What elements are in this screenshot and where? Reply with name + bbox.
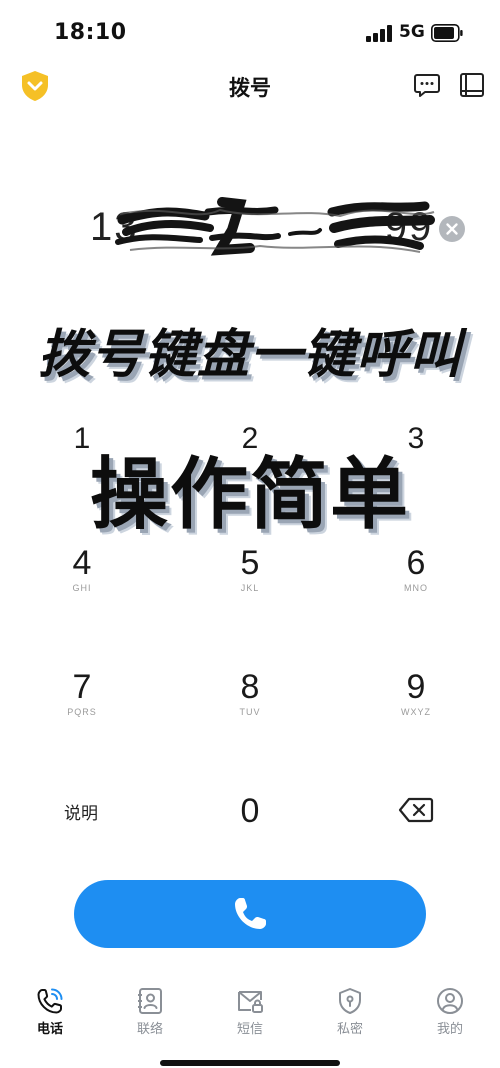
key-7[interactable]: 7 PQRS xyxy=(22,668,142,718)
nav-item-profile[interactable]: 我的 xyxy=(415,986,485,1037)
message-icon[interactable] xyxy=(413,71,441,99)
nav-item-phone[interactable]: 电话 xyxy=(15,986,85,1037)
explain-button[interactable]: 说明 xyxy=(64,799,98,824)
backspace-icon[interactable] xyxy=(398,796,434,824)
nav-item-contacts[interactable]: 联络 xyxy=(115,986,185,1037)
key-5[interactable]: 5 JKL xyxy=(190,544,310,594)
key-0[interactable]: 0 xyxy=(190,792,310,830)
header: 拨号 xyxy=(0,62,500,110)
profile-icon xyxy=(437,988,463,1014)
signal-icon xyxy=(366,25,392,42)
nav-item-sms[interactable]: 短信 xyxy=(215,986,285,1037)
privacy-shield-icon xyxy=(339,988,361,1014)
key-6[interactable]: 6 MNO xyxy=(356,544,476,594)
phone-screen: 18:10 5G 拨号 13 99 1 2 3 拨号键盘一键呼叫 操作简单 4 … xyxy=(0,0,500,1068)
status-bar: 18:10 5G xyxy=(0,0,500,66)
key-4[interactable]: 4 GHI xyxy=(22,544,142,594)
promo-line-2: 操作简单 xyxy=(89,450,410,540)
redaction-scribble xyxy=(115,197,435,256)
nav-item-privacy[interactable]: 私密 xyxy=(315,986,385,1037)
key-8[interactable]: 8 TUV xyxy=(190,668,310,718)
bottom-nav: 电话 联络 短信 私密 我的 xyxy=(0,980,500,1068)
book-icon[interactable] xyxy=(458,71,486,99)
promo-line-1: 拨号键盘一键呼叫 xyxy=(37,325,462,385)
clear-button[interactable] xyxy=(439,216,465,242)
contacts-icon xyxy=(138,988,162,1014)
phone-call-icon xyxy=(37,988,63,1014)
clear-icon xyxy=(446,223,458,235)
sms-lock-icon xyxy=(238,991,263,1013)
key-9[interactable]: 9 WXYZ xyxy=(356,668,476,718)
home-indicator[interactable] xyxy=(160,1060,340,1066)
network-type: 5G xyxy=(399,22,425,42)
status-time: 18:10 xyxy=(54,20,127,45)
call-button[interactable] xyxy=(74,880,426,948)
phone-icon xyxy=(235,898,266,929)
battery-icon xyxy=(431,24,463,42)
